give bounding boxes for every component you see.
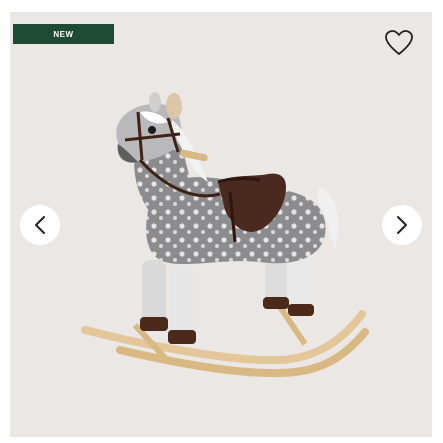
chevron-left-icon xyxy=(35,216,45,234)
rocking-horse-image xyxy=(81,92,369,378)
next-image-button[interactable] xyxy=(382,205,422,245)
chevron-right-icon xyxy=(397,216,407,234)
heart-outline-icon xyxy=(385,30,413,55)
previous-image-button[interactable] xyxy=(20,205,60,245)
top-strip xyxy=(0,0,443,10)
new-badge: NEW xyxy=(13,24,114,44)
product-image-carousel[interactable]: NEW xyxy=(10,12,432,437)
wishlist-button[interactable] xyxy=(384,28,414,58)
